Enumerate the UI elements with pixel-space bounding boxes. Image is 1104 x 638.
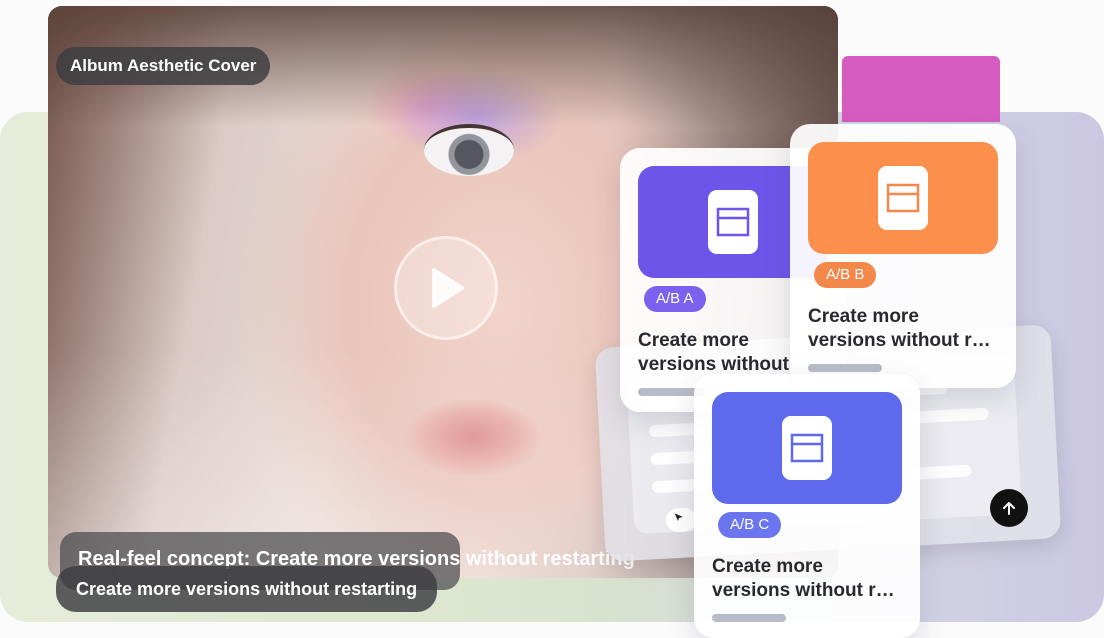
arrow-up-icon [1003, 502, 1015, 515]
cover-label: Album Aesthetic Cover [56, 47, 271, 85]
caption-pill: Create more versions without restarting [56, 566, 438, 612]
text-skeleton [808, 364, 882, 372]
ab-badge: A/B B [814, 262, 877, 288]
pink-accent-tab [842, 56, 1000, 122]
send-button[interactable] [990, 489, 1028, 527]
card-thumbnail [712, 392, 902, 504]
variant-card-c[interactable]: A/B C Create more versions without resta… [694, 374, 920, 638]
play-icon [432, 268, 464, 308]
ab-badge: A/B C [718, 512, 782, 538]
card-title: Create more versions without restarting [808, 306, 992, 351]
template-icon [782, 416, 832, 480]
ab-badge: A/B A [644, 286, 706, 312]
text-skeleton [712, 614, 786, 622]
card-thumbnail [808, 142, 998, 254]
card-title: Create more versions without restarting [638, 330, 794, 375]
variant-card-b[interactable]: A/B B Create more versions without resta… [790, 124, 1016, 388]
template-icon [708, 190, 758, 254]
template-icon [878, 166, 928, 230]
cursor-icon [674, 513, 683, 522]
card-title: Create more versions without restarting [712, 556, 896, 601]
play-button[interactable] [394, 236, 498, 340]
